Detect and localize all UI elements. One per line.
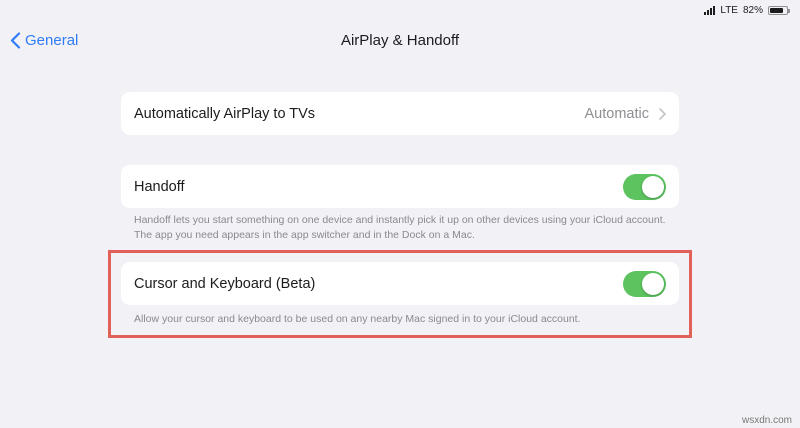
battery-icon (768, 5, 790, 15)
watermark: wsxdn.com (741, 415, 792, 426)
handoff-label: Handoff (134, 178, 185, 195)
chevron-right-icon (659, 107, 666, 120)
carrier-label: LTE (720, 4, 738, 16)
airplay-group: Automatically AirPlay to TVs Automatic (121, 92, 679, 135)
toggle-knob (642, 175, 664, 198)
cellular-signal-icon (704, 5, 716, 15)
page-title: AirPlay & Handoff (340, 32, 460, 49)
handoff-row: Handoff (121, 165, 679, 208)
airplay-to-tvs-label: Automatically AirPlay to TVs (134, 105, 316, 122)
status-bar: LTE 82% (704, 3, 790, 17)
battery-percent: 82% (742, 4, 763, 16)
handoff-footer: Handoff lets you start something on one … (134, 214, 666, 241)
airplay-to-tvs-value: Automatic (584, 105, 649, 122)
handoff-group: Handoff (121, 165, 679, 208)
navigation-bar: General AirPlay & Handoff (0, 28, 800, 56)
highlight-annotation-box (108, 250, 692, 338)
handoff-toggle[interactable] (623, 173, 666, 200)
airplay-to-tvs-row[interactable]: Automatically AirPlay to TVs Automatic (121, 92, 679, 135)
